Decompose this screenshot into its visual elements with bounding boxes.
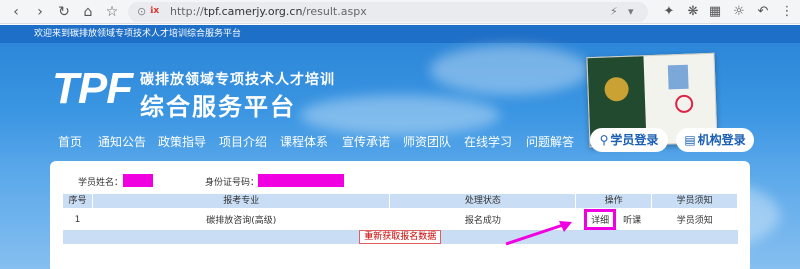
bookmark-star-icon[interactable]: ☆ [102, 2, 122, 22]
brightness-icon[interactable]: ☼ [730, 3, 748, 21]
lightning-icon[interactable]: ⚡ [610, 5, 618, 18]
browser-toolbar: ‹ › ↻ ⌂ ☆ ⊙ ℹx http://tpf.camerjy.org.cn… [0, 0, 800, 24]
home-icon[interactable]: ⌂ [78, 2, 98, 22]
dropdown-icon[interactable]: ▾ [628, 5, 634, 18]
extension-bird-icon[interactable]: ✦ [660, 3, 678, 21]
info-icon[interactable]: ⊙ [137, 5, 146, 18]
site-page: 欢迎来到碳排放领域专项技术人才培训综合服务平台 TPF 碳排放领域专项技术人才培… [0, 25, 800, 269]
back-icon[interactable]: ‹ [6, 2, 26, 22]
annotation-arrow [505, 221, 572, 246]
arrow-shaft [505, 222, 567, 246]
site-badge-icon: ℹx [150, 6, 160, 16]
apps-grid-icon[interactable]: ▦ [706, 3, 724, 21]
forward-icon[interactable]: › [30, 2, 50, 22]
undo-icon[interactable]: ↶ [754, 3, 772, 21]
url-text: http://tpf.camerjy.org.cn/result.aspx [170, 5, 367, 18]
extension-plugin-icon[interactable]: ❋ [684, 3, 702, 21]
menu-icon[interactable]: ⋮ [778, 3, 796, 21]
address-bar[interactable]: ⊙ ℹx http://tpf.camerjy.org.cn/result.as… [128, 2, 648, 22]
reload-icon[interactable]: ↻ [54, 2, 74, 22]
